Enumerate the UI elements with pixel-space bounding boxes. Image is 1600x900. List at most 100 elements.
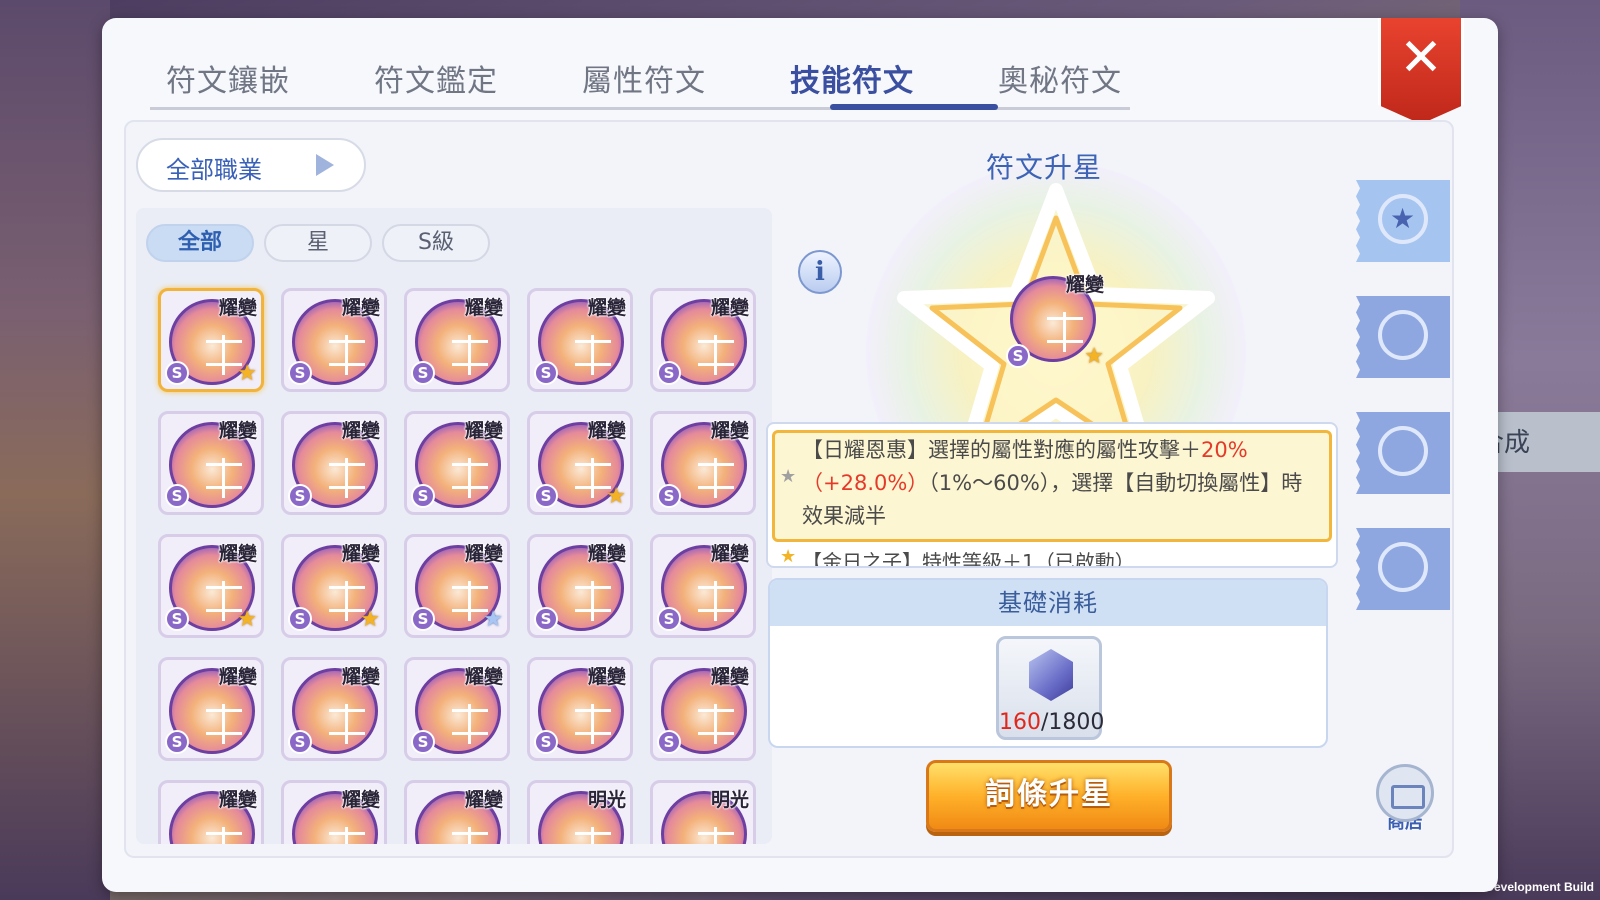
rune-slot[interactable]: 耀變S: [650, 411, 756, 515]
s-grade-badge: S: [534, 361, 558, 385]
s-grade-badge: S: [657, 361, 681, 385]
rune-name: 耀變: [464, 543, 503, 565]
tab-arcane-rune[interactable]: 奧秘符文: [998, 56, 1122, 100]
rune-slot[interactable]: 耀變 S: [527, 288, 633, 392]
filter-all[interactable]: 全部: [146, 224, 254, 262]
tab-rune-inlay[interactable]: 符文鑲嵌: [166, 56, 290, 100]
job-filter-dropdown[interactable]: 全部職業: [136, 138, 366, 192]
close-button[interactable]: ✕: [1378, 18, 1464, 124]
rune-shard-icon: [1029, 649, 1073, 701]
effect-text-part1: 【日耀恩惠】選擇的屬性對應的屬性攻擊＋: [802, 438, 1201, 462]
effect-bonus: （+28.0%）: [802, 471, 929, 495]
rune-slot[interactable]: 耀變 S: [404, 657, 510, 761]
filter-star[interactable]: 星: [264, 224, 372, 262]
rune-slot[interactable]: 耀變S: [650, 657, 756, 761]
upgrade-star-button[interactable]: 詞條升星: [926, 760, 1172, 832]
upgrade-title: 符文升星: [986, 151, 1103, 184]
rune-name: 耀變: [341, 666, 380, 688]
rune-slot[interactable]: 耀變S: [158, 411, 264, 515]
cost-material-slot[interactable]: 160/1800: [996, 636, 1105, 740]
rune-slot[interactable]: 明光S: [527, 780, 633, 844]
rune-slot[interactable]: 耀變 S ★: [404, 534, 510, 638]
dev-build-label: Development Build: [1485, 880, 1594, 894]
cycle-icon: [1378, 542, 1428, 592]
rune-slot[interactable]: 耀變 S: [650, 534, 756, 638]
s-grade-badge: S: [534, 730, 558, 754]
info-button[interactable]: i: [798, 250, 842, 294]
shop-icon: [1376, 764, 1434, 822]
rune-name: 耀變: [464, 420, 503, 442]
tab-attribute-rune[interactable]: 屬性符文: [582, 56, 706, 100]
rune-slot[interactable]: 耀變 S: [281, 657, 387, 761]
rune-slot[interactable]: 耀變S: [527, 534, 633, 638]
info-icon: i: [815, 257, 825, 287]
side-tab-crystal[interactable]: [1356, 412, 1450, 494]
rune-slot[interactable]: 耀變S: [281, 411, 387, 515]
rune-slot[interactable]: 耀變 S ★: [527, 411, 633, 515]
rune-name: 耀變: [341, 789, 380, 811]
effect-description: ★ 【日耀恩惠】選擇的屬性對應的屬性攻擊＋20%（+28.0%）（1%～60%）…: [766, 422, 1338, 568]
rune-slot[interactable]: 耀變S: [281, 780, 387, 844]
rune-name: 耀變: [218, 666, 257, 688]
star-icon: ★: [360, 607, 380, 632]
effect-text-line2: 【金日之子】特性等級＋1（已啟動）: [802, 550, 1135, 568]
selected-rune-preview: 耀變 S ★: [1002, 268, 1108, 372]
side-tab-star-upgrade[interactable]: [1356, 180, 1450, 262]
s-grade-badge: S: [411, 607, 435, 631]
rune-name: 耀變: [587, 543, 626, 565]
s-grade-badge: S: [657, 607, 681, 631]
rune-name: 明光: [710, 789, 749, 811]
base-cost-panel: 基礎消耗 160/1800: [768, 578, 1328, 748]
cost-need: /1800: [1041, 710, 1105, 735]
job-filter-label: 全部職業: [166, 156, 262, 184]
rune-name: 耀變: [341, 297, 380, 319]
tab-rune-appraise[interactable]: 符文鑑定: [374, 56, 498, 100]
star-icon: ★: [237, 607, 257, 632]
star-icon: ★: [606, 484, 626, 509]
rune-slot[interactable]: 耀變S: [404, 780, 510, 844]
crystal-icon: [1378, 426, 1428, 476]
star-rune-icon: [1378, 194, 1428, 244]
rune-slot[interactable]: 耀變S: [650, 288, 756, 392]
play-arrow-icon: [316, 154, 334, 176]
rune-slot[interactable]: 耀變 S: [527, 657, 633, 761]
s-grade-badge: S: [657, 484, 681, 508]
rune-slot[interactable]: 耀變 S ★: [158, 288, 264, 392]
filled-star-icon: ★: [780, 546, 797, 567]
s-grade-badge: S: [288, 730, 312, 754]
rune-slot[interactable]: 耀變S: [158, 780, 264, 844]
rune-name: 耀變: [710, 543, 749, 565]
s-grade-badge: S: [165, 730, 189, 754]
rune-panel: 符文鑲嵌 符文鑑定 屬性符文 技能符文 奧秘符文 ✕ 全部職業 全部 星 S級 …: [102, 18, 1498, 892]
star-icon: ★: [1084, 344, 1104, 369]
rune-slot[interactable]: 耀變S: [281, 288, 387, 392]
s-grade-badge: S: [288, 484, 312, 508]
side-tab-cycle[interactable]: [1356, 528, 1450, 610]
rune-name: 耀變: [464, 666, 503, 688]
rune-name: 耀變: [218, 789, 257, 811]
effect-text: 【日耀恩惠】選擇的屬性對應的屬性攻擊＋20%（+28.0%）（1%～60%），選…: [802, 434, 1322, 533]
filter-s-grade[interactable]: S級: [382, 224, 490, 262]
tab-bar: 符文鑲嵌 符文鑑定 屬性符文 技能符文 奧秘符文: [150, 38, 1130, 110]
s-grade-badge: S: [411, 484, 435, 508]
side-tab-transform[interactable]: [1356, 296, 1450, 378]
rune-name: 耀變: [587, 297, 626, 319]
s-grade-badge: S: [411, 730, 435, 754]
rune-slot[interactable]: 耀變 S: [404, 411, 510, 515]
active-tab-indicator: [830, 104, 998, 110]
tab-skill-rune[interactable]: 技能符文: [790, 56, 914, 100]
rune-name: 耀變: [218, 420, 257, 442]
rune-slot[interactable]: 耀變 S ★: [281, 534, 387, 638]
rune-slot[interactable]: 耀變S: [404, 288, 510, 392]
background-left: [0, 0, 110, 900]
s-grade-badge: S: [1006, 344, 1030, 368]
rune-name: 耀變: [587, 420, 626, 442]
rune-slot[interactable]: 耀變 S ★: [158, 534, 264, 638]
rune-slot[interactable]: 耀變 S: [158, 657, 264, 761]
rune-slot[interactable]: 明光S: [650, 780, 756, 844]
rune-name: 耀變: [464, 789, 503, 811]
cost-have: 160: [999, 710, 1041, 735]
rune-name: 耀變: [464, 297, 503, 319]
rune-name: 耀變: [587, 666, 626, 688]
shop-button[interactable]: 商店: [1374, 764, 1436, 846]
